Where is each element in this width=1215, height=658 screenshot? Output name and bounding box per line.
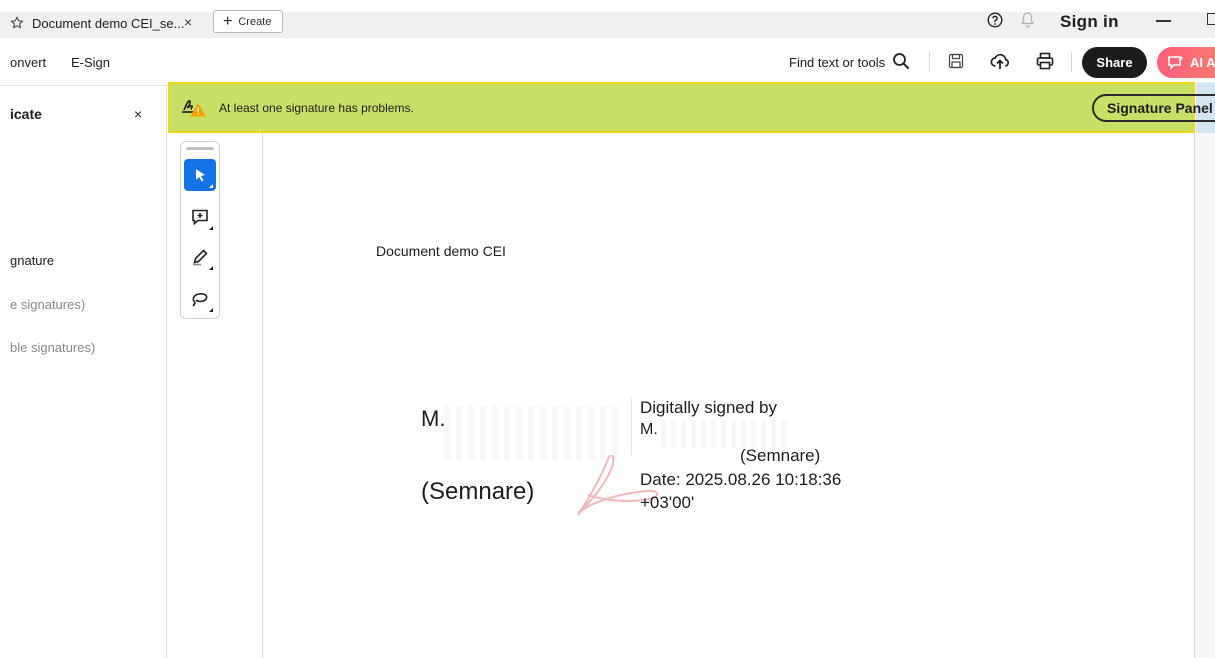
tab-bar: Document demo CEI_se... × + Create Sign … bbox=[0, 0, 1215, 38]
panel-title: icate bbox=[10, 106, 42, 122]
close-panel-icon[interactable]: × bbox=[134, 106, 142, 122]
minimize-icon[interactable] bbox=[1156, 20, 1171, 22]
toolbar-divider bbox=[929, 52, 930, 72]
tool-options-marker bbox=[209, 266, 213, 270]
bell-icon[interactable] bbox=[1020, 11, 1035, 28]
signature-timezone: +03'00' bbox=[640, 493, 695, 512]
share-button[interactable]: Share bbox=[1082, 47, 1147, 78]
print-icon[interactable] bbox=[1036, 52, 1054, 70]
lasso-draw-icon bbox=[192, 293, 208, 307]
add-comment-button[interactable] bbox=[184, 201, 216, 233]
create-button[interactable]: + Create bbox=[213, 10, 283, 33]
menu-convert[interactable]: onvert bbox=[10, 55, 46, 70]
close-tab-icon[interactable]: × bbox=[184, 14, 192, 30]
main-toolbar: onvert E-Sign Find text or tools Share A… bbox=[0, 38, 1215, 86]
signature-divider bbox=[631, 397, 632, 455]
signed-by-label: Digitally signed by bbox=[640, 398, 778, 417]
banner-message: At least one signature has problems. bbox=[219, 101, 414, 115]
right-rail bbox=[1195, 86, 1215, 658]
document-tab[interactable]: Document demo CEI_se... × bbox=[0, 8, 206, 38]
sign-in-link[interactable]: Sign in bbox=[1060, 12, 1119, 32]
tool-options-marker bbox=[209, 308, 213, 312]
upload-icon[interactable] bbox=[990, 51, 1010, 71]
tool-options-marker bbox=[209, 226, 213, 230]
signed-by-name: M. bbox=[640, 421, 658, 438]
maximize-icon[interactable] bbox=[1207, 13, 1215, 25]
help-icon[interactable] bbox=[987, 12, 1003, 28]
signer-role: (Semnare) bbox=[421, 478, 535, 505]
search-icon[interactable] bbox=[892, 52, 910, 70]
tab-title: Document demo CEI_se... bbox=[32, 15, 185, 31]
drag-handle[interactable] bbox=[186, 147, 214, 150]
add-comment-icon bbox=[192, 209, 208, 226]
tool-options-marker bbox=[209, 184, 213, 188]
quick-tools-bar bbox=[180, 141, 220, 319]
signature-warning-banner: At least one signature has problems. bbox=[168, 82, 1195, 133]
panel-item-signature[interactable]: gnature bbox=[10, 253, 54, 268]
signature-date: Date: 2025.08.26 10:18:36 bbox=[640, 470, 842, 489]
star-icon[interactable] bbox=[10, 16, 24, 30]
signer-name: M. bbox=[421, 406, 446, 431]
signature-warning-icon bbox=[182, 100, 206, 117]
select-tool-button[interactable] bbox=[184, 159, 216, 191]
save-icon[interactable] bbox=[948, 53, 964, 69]
page-edge bbox=[262, 133, 263, 658]
menu-e-sign[interactable]: E-Sign bbox=[71, 55, 110, 70]
lasso-draw-button[interactable] bbox=[184, 283, 216, 315]
signed-by-role: (Semnare) bbox=[740, 446, 821, 465]
panel-item-valid-signatures[interactable]: e signatures) bbox=[10, 297, 85, 312]
highlight-pen-icon bbox=[193, 249, 208, 266]
left-panel: icate × gnature e signatures) ble signat… bbox=[0, 86, 167, 658]
acrobat-window: Document demo CEI_se... × + Create Sign … bbox=[0, 0, 1215, 658]
toolbar-divider bbox=[1071, 52, 1072, 72]
select-tool-icon bbox=[196, 169, 205, 182]
plus-icon: + bbox=[223, 12, 233, 30]
create-label: Create bbox=[238, 15, 272, 28]
document-canvas bbox=[167, 86, 1215, 658]
document-title: Document demo CEI bbox=[376, 243, 506, 259]
highlight-pen-button[interactable] bbox=[184, 241, 216, 273]
panel-item-unknown-signatures[interactable]: ble signatures) bbox=[10, 340, 95, 355]
signature-panel-button[interactable]: Signature Panel bbox=[1092, 94, 1215, 122]
redacted-signer-name bbox=[444, 406, 624, 460]
ai-assistant-icon bbox=[1168, 55, 1184, 70]
find-text-or-tools[interactable]: Find text or tools bbox=[789, 55, 885, 70]
redacted-signed-by-name bbox=[661, 420, 791, 448]
ai-assistant-label: AI A bbox=[1190, 55, 1215, 70]
ai-assistant-button[interactable]: AI A bbox=[1157, 47, 1215, 78]
